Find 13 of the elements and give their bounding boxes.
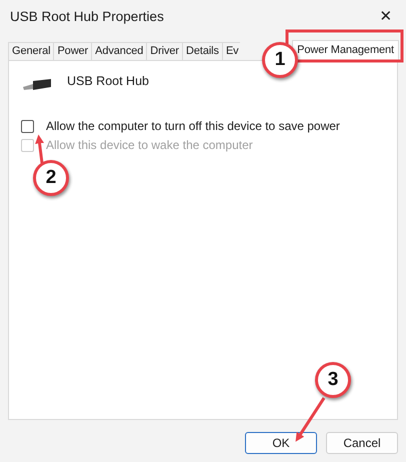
tab[interactable]: Power Management xyxy=(292,40,399,61)
checkbox-label: Allow this device to wake the computer xyxy=(46,138,253,152)
tab[interactable]: General xyxy=(8,42,54,60)
ok-button[interactable]: OK xyxy=(245,432,317,454)
cancel-button[interactable]: Cancel xyxy=(326,432,398,454)
callout-arrow xyxy=(35,134,44,164)
window-title: USB Root Hub Properties xyxy=(10,8,164,24)
checkbox[interactable] xyxy=(21,120,34,132)
close-button[interactable]: ✕ xyxy=(374,7,398,25)
device-name: USB Root Hub xyxy=(67,74,149,88)
checkbox-label: Allow the computer to turn off this device to save power xyxy=(46,119,340,133)
usb-plug-icon xyxy=(21,77,53,93)
callout-arrow xyxy=(296,397,326,442)
